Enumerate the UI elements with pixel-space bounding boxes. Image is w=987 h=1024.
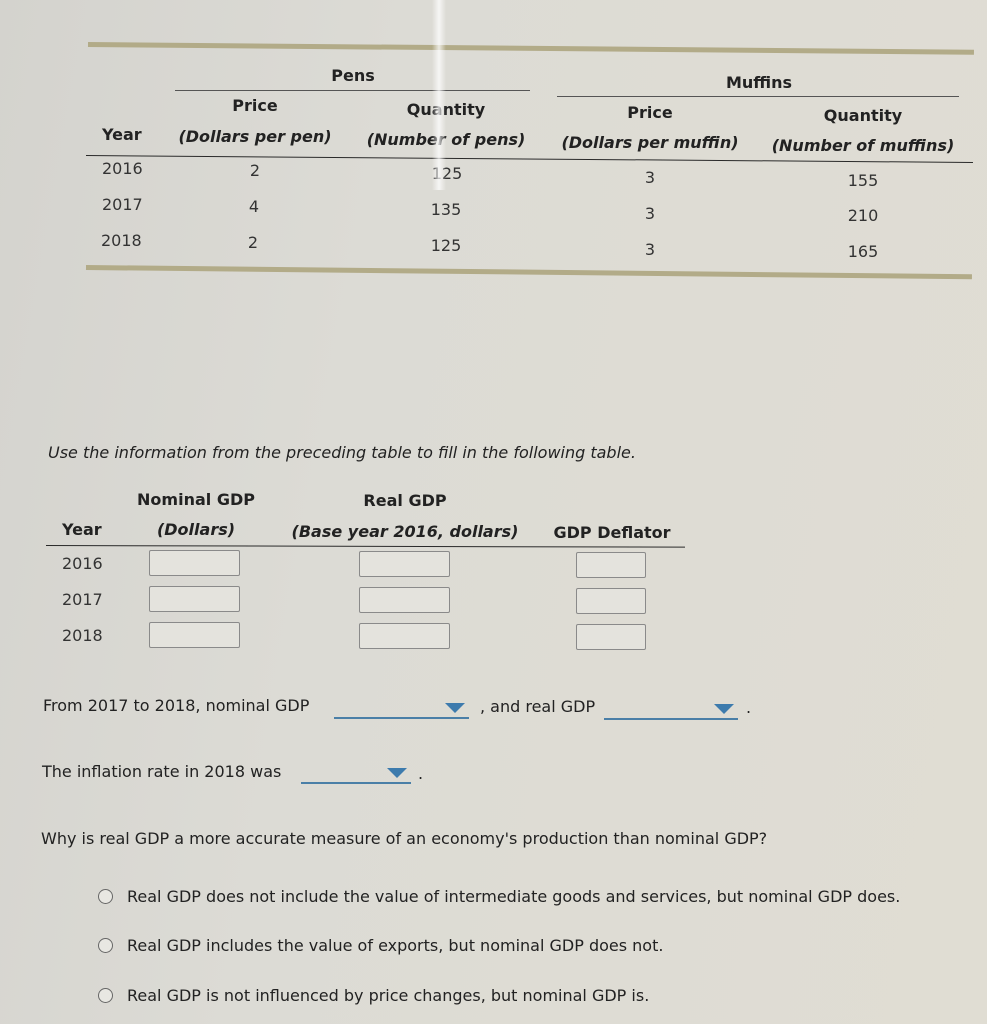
cell-muffin-quantity: 155: [847, 171, 879, 190]
col-header-pen-quantity: Quantity: [406, 100, 486, 119]
radio-button[interactable]: [98, 889, 113, 904]
answer-option[interactable]: Real GDP includes the value of exports, …: [98, 936, 663, 955]
answer-option-label: Real GDP includes the value of exports, …: [127, 936, 664, 955]
table-bottom-border: [85, 265, 972, 280]
cell-year: 2016: [102, 159, 143, 178]
sentence1-middle: , and real GDP: [480, 697, 596, 716]
gdp-deflator-2016-input[interactable]: [576, 552, 646, 578]
inflation-rate-dropdown[interactable]: [301, 762, 411, 784]
cell-pen-quantity: 125: [431, 164, 463, 183]
cell-muffin-quantity: 165: [847, 242, 879, 261]
cell-pen-quantity: 135: [430, 200, 462, 219]
gdp-cell-year: 2017: [62, 590, 103, 609]
cell-muffin-price: 3: [644, 204, 656, 223]
nominal-gdp-2018-input[interactable]: [149, 622, 240, 648]
nominal-gdp-2016-input[interactable]: [149, 550, 240, 576]
sentence2-suffix: .: [418, 764, 424, 783]
chevron-down-icon: [387, 768, 407, 778]
cell-muffin-quantity: 210: [847, 206, 879, 225]
gdp-deflator-2017-input[interactable]: [576, 588, 646, 614]
gdp-col-header-deflator: GDP Deflator: [553, 523, 671, 542]
answer-option[interactable]: Real GDP is not influenced by price chan…: [98, 986, 649, 1005]
radio-button[interactable]: [98, 938, 113, 953]
sentence1-prefix: From 2017 to 2018, nominal GDP: [43, 696, 310, 715]
nominal-gdp-change-dropdown[interactable]: [334, 697, 469, 719]
real-gdp-2018-input[interactable]: [359, 623, 450, 649]
col-header-muffin-quantity: Quantity: [823, 106, 903, 125]
cell-pen-price: 2: [247, 233, 259, 252]
sentence2-prefix: The inflation rate in 2018 was: [42, 762, 282, 781]
answer-option-label: Real GDP is not influenced by price chan…: [127, 986, 650, 1005]
col-header-muffin-quantity-unit: (Number of muffins): [771, 136, 955, 155]
gdp-col-header-nominal-unit: (Dollars): [156, 520, 236, 539]
real-gdp-2017-input[interactable]: [359, 587, 450, 613]
cell-pen-quantity: 125: [430, 236, 462, 255]
gdp-col-header-nominal: Nominal GDP: [137, 490, 255, 509]
screen-glare: [432, 0, 446, 190]
chevron-down-icon: [445, 703, 465, 713]
cell-pen-price: 2: [249, 161, 261, 180]
col-header-pen-quantity-unit: (Number of pens): [366, 130, 526, 149]
cell-year: 2017: [102, 195, 143, 214]
gdp-cell-year: 2018: [62, 626, 103, 645]
col-header-pen-price: Price: [232, 96, 278, 115]
real-gdp-change-dropdown[interactable]: [604, 698, 738, 720]
muffins-group-underline: [557, 96, 959, 97]
gdp-col-header-real: Real GDP: [363, 491, 447, 510]
nominal-gdp-2017-input[interactable]: [149, 586, 240, 612]
radio-button[interactable]: [98, 988, 113, 1003]
cell-pen-price: 4: [248, 197, 260, 216]
answer-option-label: Real GDP does not include the value of i…: [127, 887, 901, 906]
question-text: Why is real GDP a more accurate measure …: [41, 829, 768, 848]
gdp-header-divider: [45, 545, 685, 548]
muffins-group-header: Muffins: [725, 73, 793, 92]
pens-group-underline: [175, 90, 530, 91]
col-header-pen-price-unit: (Dollars per pen): [178, 127, 332, 146]
sentence1-suffix: .: [746, 698, 752, 717]
table-top-border: [87, 42, 974, 55]
cell-year: 2018: [101, 231, 142, 250]
cell-muffin-price: 3: [644, 168, 656, 187]
pens-group-header: Pens: [331, 66, 375, 85]
gdp-cell-year: 2016: [62, 554, 103, 573]
col-header-muffin-price: Price: [627, 103, 673, 122]
gdp-deflator-2018-input[interactable]: [576, 624, 646, 650]
col-header-year: Year: [102, 125, 142, 144]
answer-option[interactable]: Real GDP does not include the value of i…: [98, 887, 900, 906]
col-header-muffin-price-unit: (Dollars per muffin): [561, 133, 739, 152]
real-gdp-2016-input[interactable]: [359, 551, 450, 577]
chevron-down-icon: [714, 704, 734, 714]
gdp-col-header-year: Year: [62, 520, 102, 539]
cell-muffin-price: 3: [644, 240, 656, 259]
instruction-text: Use the information from the preceding t…: [48, 443, 636, 462]
gdp-col-header-real-unit: (Base year 2016, dollars): [291, 522, 519, 541]
header-divider: [85, 155, 973, 163]
